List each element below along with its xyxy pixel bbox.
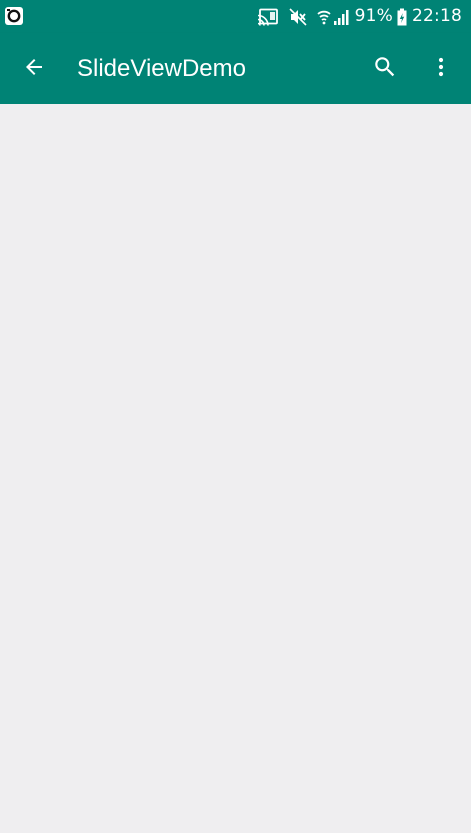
app-screen: 91% 22:18 SlideViewDemo — [0, 0, 471, 833]
notification-app-icon — [4, 6, 24, 26]
cast-icon — [257, 8, 279, 26]
page-title: SlideViewDemo — [77, 55, 246, 82]
wifi-icon — [317, 8, 331, 26]
more-vert-icon — [429, 55, 453, 84]
signal-icon — [333, 8, 349, 26]
search-icon — [372, 54, 398, 85]
more-options-button[interactable] — [419, 47, 463, 91]
clock: 22:18 — [412, 6, 462, 26]
status-bar: 91% 22:18 — [0, 0, 471, 33]
app-toolbar: SlideViewDemo — [0, 33, 471, 104]
battery-percent: 91% — [354, 6, 393, 26]
content-area — [0, 104, 471, 833]
status-icons: 91% 22:18 — [257, 0, 462, 33]
back-button[interactable] — [12, 47, 56, 91]
battery-charging-icon — [397, 8, 407, 26]
search-button[interactable] — [363, 47, 407, 91]
mute-icon — [289, 7, 307, 26]
back-arrow-icon — [22, 55, 46, 84]
